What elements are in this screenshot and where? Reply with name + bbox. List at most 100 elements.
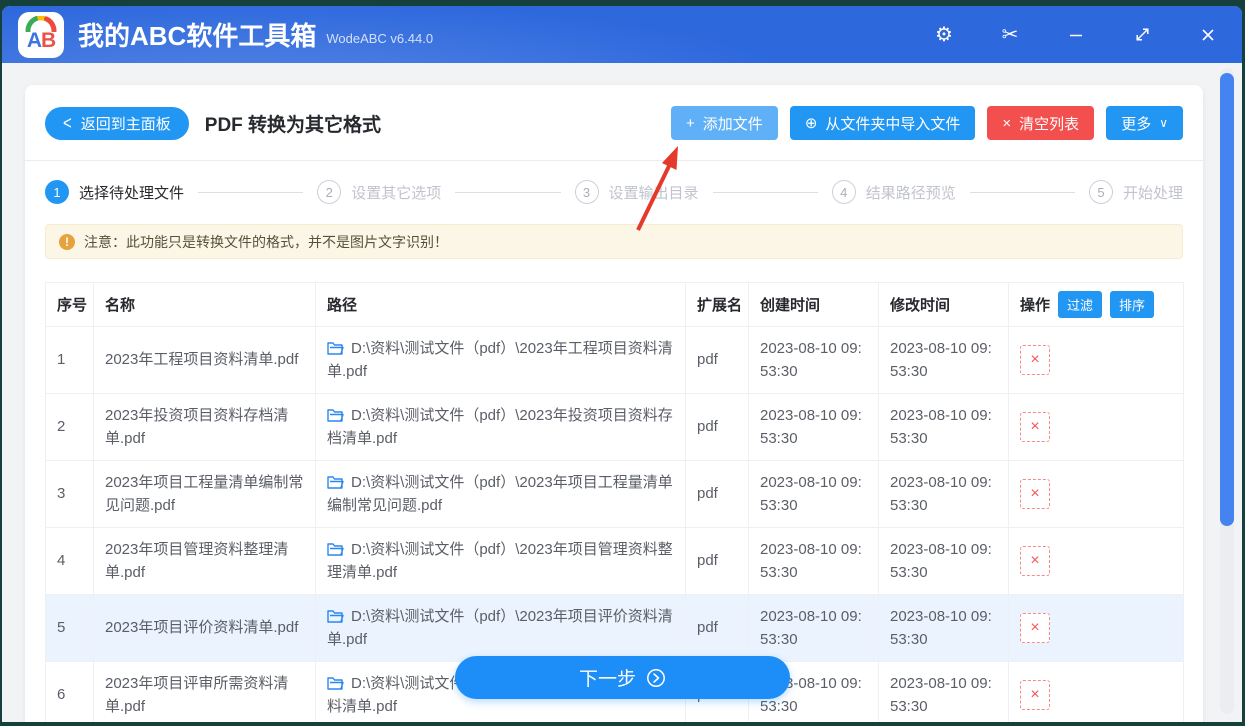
cell-modified: 2023-08-10 09:53:30 [879, 662, 1009, 723]
header-ext: 扩展名 [686, 283, 749, 327]
cell-name: 2023年项目评审所需资料清单.pdf [94, 662, 316, 723]
next-step-button[interactable]: 下一步 [455, 656, 790, 699]
step-2-number: 2 [317, 180, 341, 204]
app-logo: AB [18, 12, 64, 58]
scissors-icon[interactable]: ✂ [998, 25, 1022, 45]
filter-button[interactable]: 过滤 [1058, 291, 1102, 318]
cell-index: 1 [46, 327, 94, 394]
logo-rainbow-arc [25, 16, 57, 32]
circle-arrow-right-icon [646, 668, 666, 688]
table-row-highlighted[interactable]: 5 2023年项目评价资料清单.pdf D:\资料\测试文件（pdf）\2023… [46, 595, 1184, 662]
step-indicator: 1 选择待处理文件 2 设置其它选项 3 设置输出目录 4 结果路径预览 5 开… [25, 161, 1203, 204]
cell-index: 6 [46, 662, 94, 723]
chevron-down-icon: ∨ [1159, 116, 1168, 130]
cell-created: 2023-08-10 09:53:30 [749, 595, 879, 662]
app-window: AB 我的ABC软件工具箱 WodeABC v6.44.0 ⚙ ✂ [2, 6, 1242, 722]
toolbar: < 返回到主面板 PDF 转换为其它格式 + 添加文件 ⊕ 从文件夹中导入文件 … [25, 85, 1203, 140]
add-files-label: 添加文件 [703, 113, 763, 134]
next-step-label: 下一步 [579, 664, 636, 691]
step-1-select-files: 1 选择待处理文件 [45, 180, 184, 204]
step-2-options: 2 设置其它选项 [317, 180, 441, 204]
more-button[interactable]: 更多 ∨ [1106, 106, 1183, 140]
cell-created: 2023-08-10 09:53:30 [749, 461, 879, 528]
sort-button[interactable]: 排序 [1110, 291, 1154, 318]
step-connector [713, 192, 818, 193]
cell-index: 5 [46, 595, 94, 662]
header-created: 创建时间 [749, 283, 879, 327]
table-row[interactable]: 4 2023年项目管理资料整理清单.pdf D:\资料\测试文件（pdf）\20… [46, 528, 1184, 595]
cell-modified: 2023-08-10 09:53:30 [879, 595, 1009, 662]
cell-path: D:\资料\测试文件（pdf）\2023年项目管理资料整理清单.pdf [316, 528, 686, 595]
step-3-number: 3 [575, 180, 599, 204]
table-row[interactable]: 1 2023年工程项目资料清单.pdf D:\资料\测试文件（pdf）\2023… [46, 327, 1184, 394]
table-row[interactable]: 2 2023年投资项目资料存档清单.pdf D:\资料\测试文件（pdf）\20… [46, 394, 1184, 461]
step-connector [455, 192, 560, 193]
cell-path: D:\资料\测试文件（pdf）\2023年投资项目资料存档清单.pdf [316, 394, 686, 461]
x-icon: × [1002, 115, 1011, 132]
minimize-icon[interactable] [1064, 27, 1088, 43]
step-4-number: 4 [832, 180, 856, 204]
cell-ext: pdf [686, 528, 749, 595]
chevron-left-icon: < [63, 113, 72, 133]
add-files-button[interactable]: + 添加文件 [671, 106, 778, 140]
step-4-result-preview: 4 结果路径预览 [832, 180, 956, 204]
cell-name: 2023年项目管理资料整理清单.pdf [94, 528, 316, 595]
delete-row-button[interactable]: × [1020, 680, 1050, 710]
circle-plus-icon: ⊕ [805, 114, 818, 132]
notice-text: 注意：此功能只是转换文件的格式，并不是图片文字识别！ [84, 232, 448, 252]
cell-index: 3 [46, 461, 94, 528]
table-header-row: 序号 名称 路径 扩展名 创建时间 修改时间 操作 过滤 排序 [46, 283, 1184, 327]
step-4-label: 结果路径预览 [866, 182, 956, 203]
import-from-folder-button[interactable]: ⊕ 从文件夹中导入文件 [790, 106, 976, 140]
delete-row-button[interactable]: × [1020, 412, 1050, 442]
back-button-label: 返回到主面板 [81, 113, 171, 134]
folder-icon [327, 542, 344, 556]
step-1-number: 1 [45, 180, 69, 204]
app-version: WodeABC v6.44.0 [326, 31, 433, 46]
cell-ext: pdf [686, 394, 749, 461]
vertical-scrollbar-track[interactable] [1220, 68, 1234, 714]
cell-ext: pdf [686, 327, 749, 394]
back-to-main-button[interactable]: < 返回到主面板 [45, 107, 189, 140]
maximize-resize-icon[interactable] [1130, 26, 1154, 43]
cell-created: 2023-08-10 09:53:30 [749, 327, 879, 394]
more-label: 更多 [1121, 113, 1151, 134]
step-connector [970, 192, 1075, 193]
settings-gear-icon[interactable]: ⚙ [932, 25, 956, 45]
vertical-scrollbar-thumb[interactable] [1220, 73, 1234, 526]
step-5-number: 5 [1089, 180, 1113, 204]
delete-row-button[interactable]: × [1020, 479, 1050, 509]
cell-modified: 2023-08-10 09:53:30 [879, 461, 1009, 528]
clear-list-button[interactable]: × 清空列表 [987, 106, 1094, 140]
step-connector [198, 192, 303, 193]
notice-banner: ! 注意：此功能只是转换文件的格式，并不是图片文字识别！ [45, 224, 1183, 259]
cell-name: 2023年工程项目资料清单.pdf [94, 327, 316, 394]
delete-row-button[interactable]: × [1020, 613, 1050, 643]
import-folder-label: 从文件夹中导入文件 [825, 113, 960, 134]
header-action: 操作 [1020, 294, 1050, 315]
folder-icon [327, 609, 344, 623]
cell-path: D:\资料\测试文件（pdf）\2023年项目工程量清单编制常见问题.pdf [316, 461, 686, 528]
delete-row-button[interactable]: × [1020, 546, 1050, 576]
cell-modified: 2023-08-10 09:53:30 [879, 394, 1009, 461]
cell-name: 2023年投资项目资料存档清单.pdf [94, 394, 316, 461]
cell-modified: 2023-08-10 09:53:30 [879, 528, 1009, 595]
step-3-output-dir: 3 设置输出目录 [575, 180, 699, 204]
cell-index: 2 [46, 394, 94, 461]
app-title: 我的ABC软件工具箱 [78, 16, 316, 53]
step-3-label: 设置输出目录 [609, 182, 699, 203]
header-path: 路径 [316, 283, 686, 327]
table-row[interactable]: 3 2023年项目工程量清单编制常见问题.pdf D:\资料\测试文件（pdf）… [46, 461, 1184, 528]
cell-index: 4 [46, 528, 94, 595]
cell-created: 2023-08-10 09:53:30 [749, 528, 879, 595]
step-1-label: 选择待处理文件 [79, 182, 184, 203]
cell-created: 2023-08-10 09:53:30 [749, 394, 879, 461]
header-index: 序号 [46, 283, 94, 327]
close-icon[interactable] [1196, 27, 1220, 43]
titlebar: AB 我的ABC软件工具箱 WodeABC v6.44.0 ⚙ ✂ [2, 6, 1242, 63]
cell-path: D:\资料\测试文件（pdf）\2023年工程项目资料清单.pdf [316, 327, 686, 394]
folder-icon [327, 408, 344, 422]
warning-exclamation-icon: ! [59, 234, 75, 250]
delete-row-button[interactable]: × [1020, 345, 1050, 375]
step-5-start: 5 开始处理 [1089, 180, 1183, 204]
